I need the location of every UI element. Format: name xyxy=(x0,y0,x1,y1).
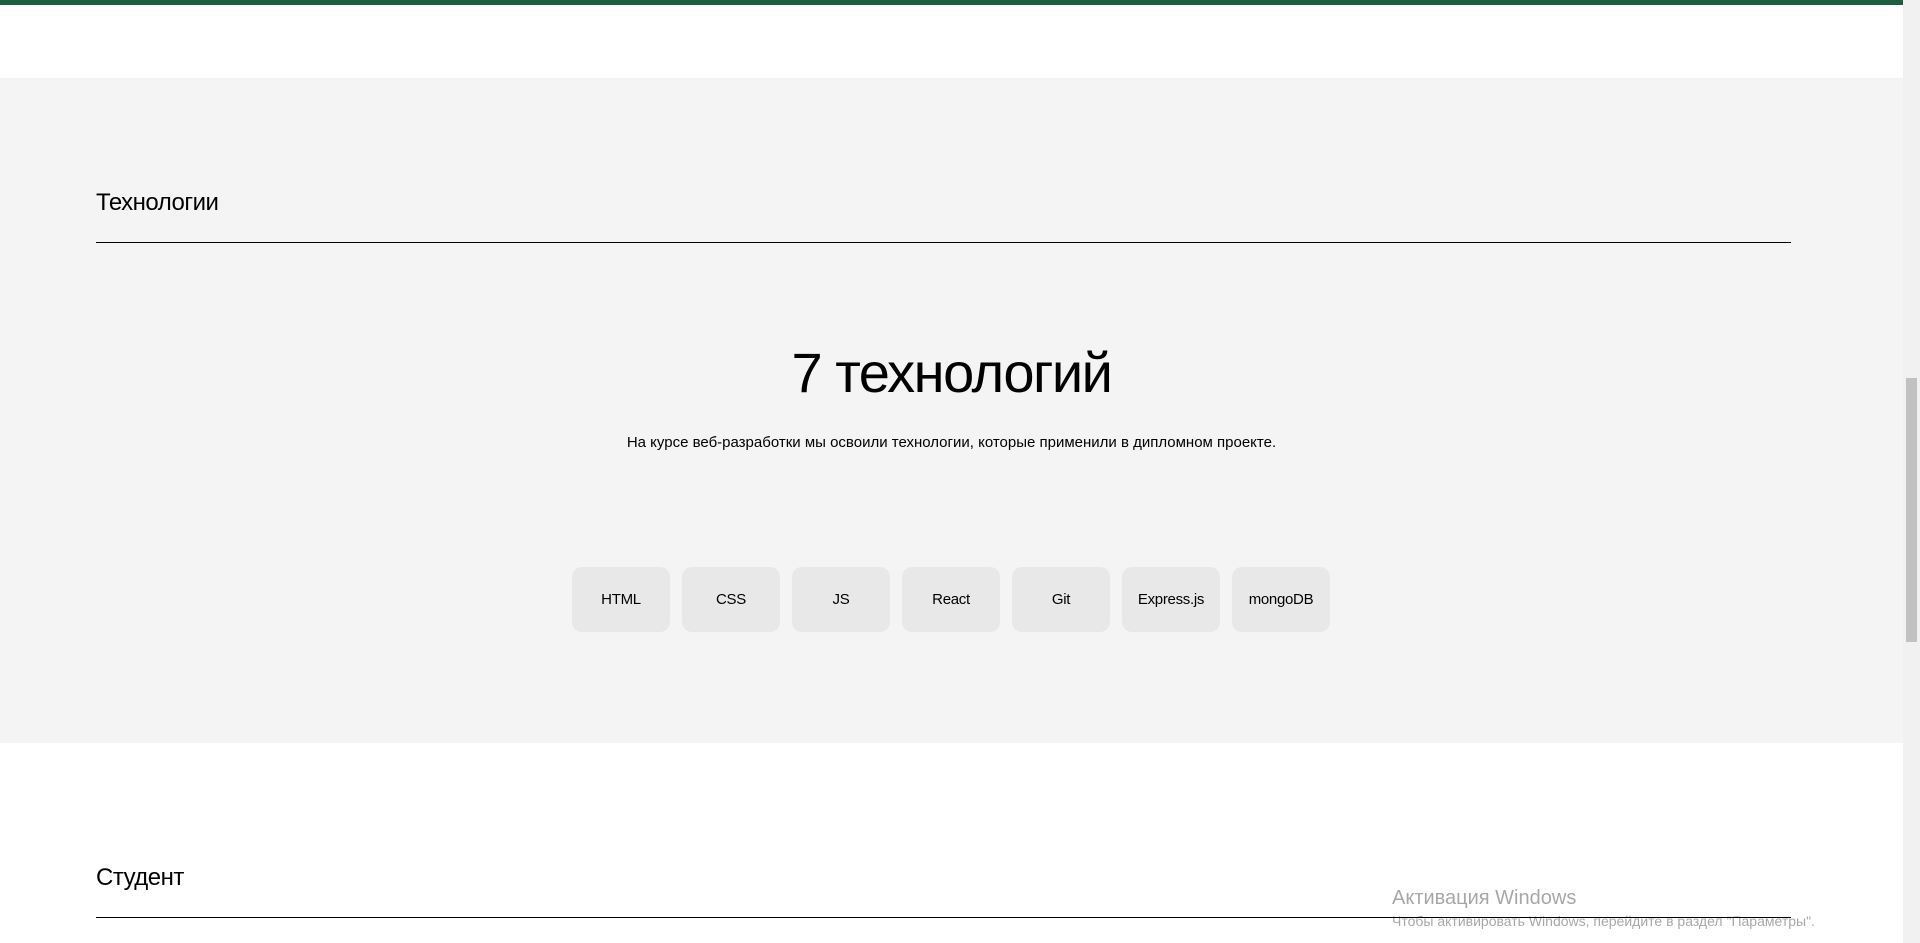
tech-item-js: JS xyxy=(792,567,890,632)
tech-item-html: HTML xyxy=(572,567,670,632)
techs-section-divider xyxy=(96,242,1791,243)
student-section-title: Студент xyxy=(96,864,184,891)
tech-item-css: CSS xyxy=(682,567,780,632)
student-section-divider xyxy=(96,917,1791,918)
techs-heading: 7 технологий xyxy=(791,341,1113,404)
tech-item-react: React xyxy=(902,567,1000,632)
techs-subtitle: На курсе веб-разработки мы освоили техно… xyxy=(626,434,1277,451)
tech-item-mongodb: mongoDB xyxy=(1232,567,1330,632)
techs-section-title: Технологии xyxy=(96,189,219,216)
page-scrollbar-thumb[interactable] xyxy=(1906,378,1917,642)
tech-item-express: Express.js xyxy=(1122,567,1220,632)
techs-list: HTML CSS JS React Git Express.js mongoDB xyxy=(572,567,1330,632)
techs-section: Технологии 7 технологий На курсе веб-раз… xyxy=(0,78,1903,743)
page: Технологии 7 технологий На курсе веб-раз… xyxy=(0,0,1903,943)
tech-item-git: Git xyxy=(1012,567,1110,632)
